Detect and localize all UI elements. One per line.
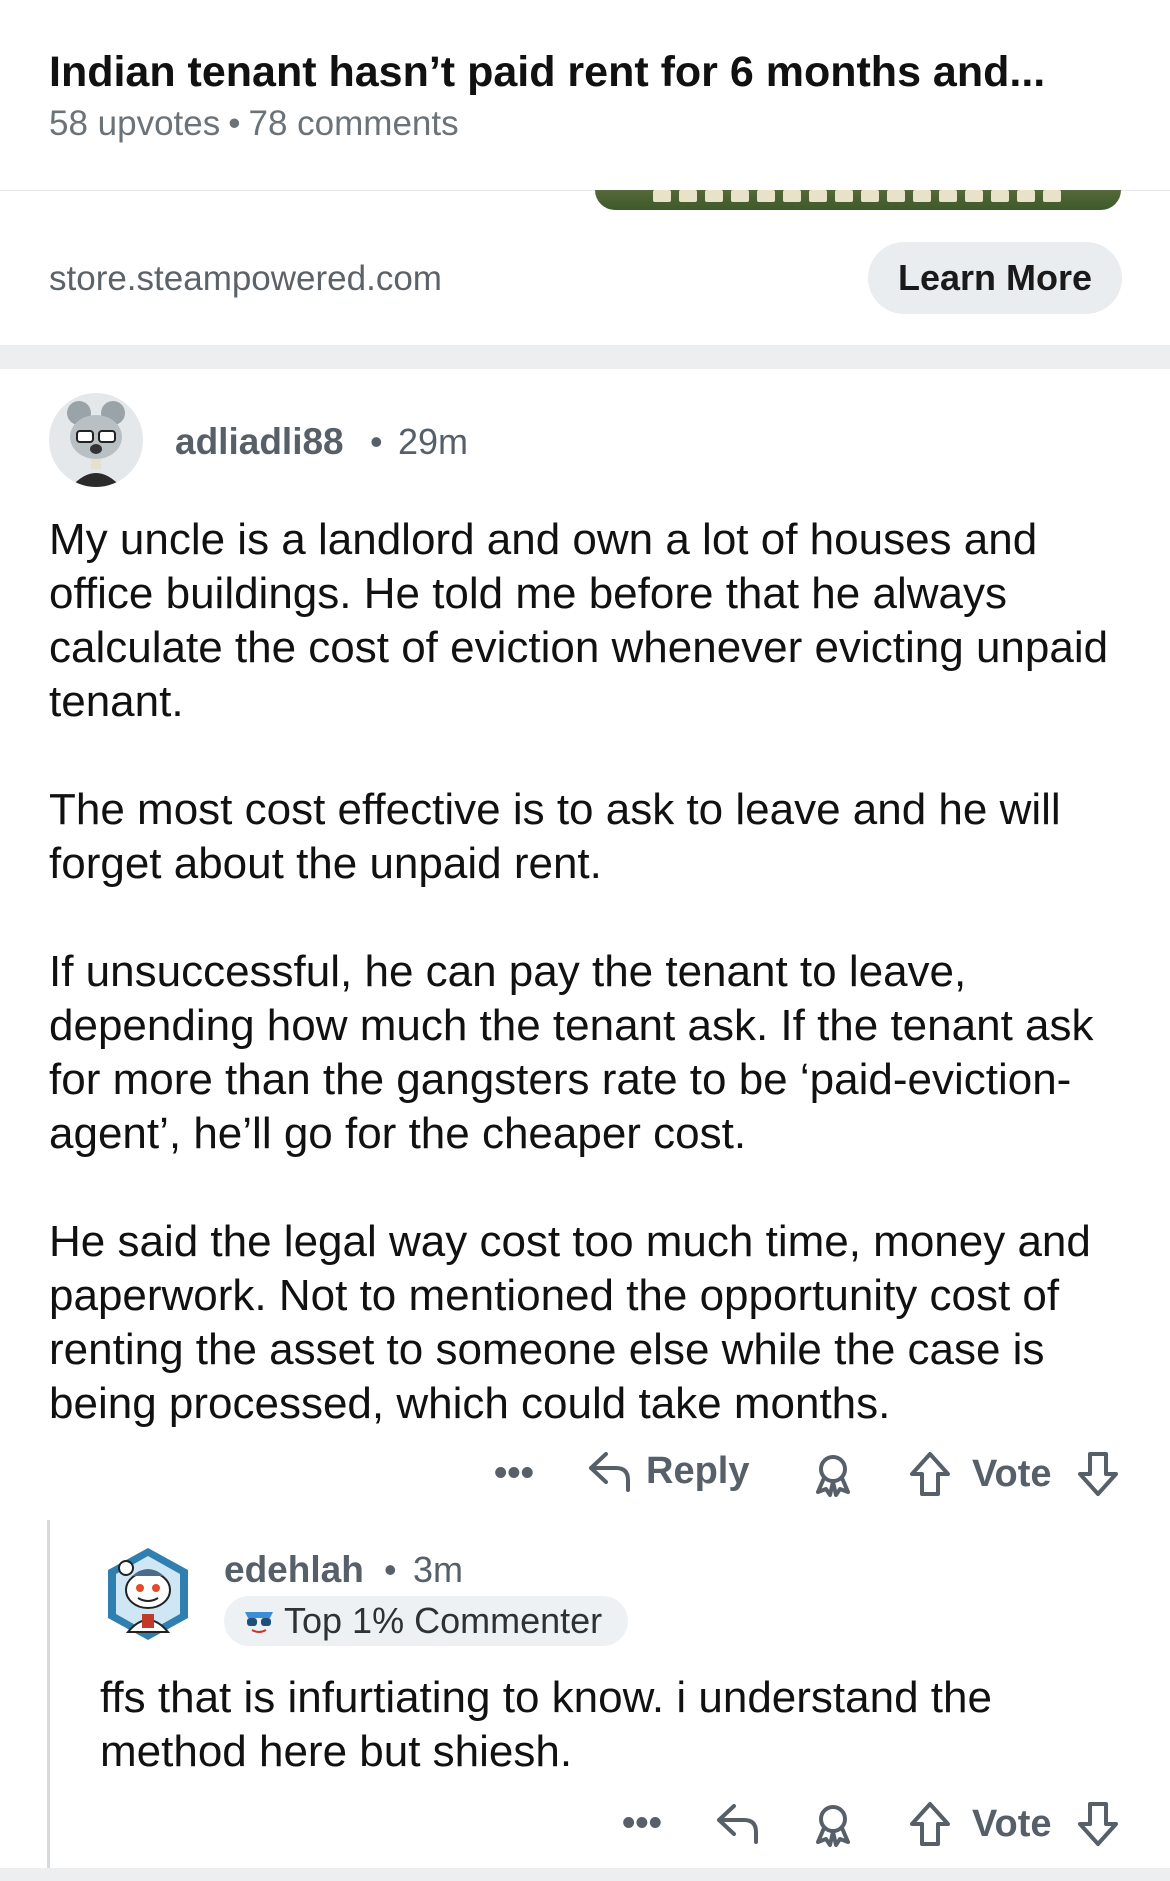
upvote-button[interactable]: Vote bbox=[906, 1800, 1052, 1848]
ad-domain[interactable]: store.steampowered.com bbox=[49, 259, 442, 299]
section-divider bbox=[0, 345, 1170, 369]
ad-image-tile bbox=[1017, 190, 1035, 202]
sunglasses-icon bbox=[245, 1612, 273, 1633]
user-flair: Top 1% Commenter bbox=[224, 1596, 629, 1646]
award-icon bbox=[816, 1455, 850, 1497]
comment-timestamp: 29m bbox=[398, 421, 469, 462]
ad-image-tile bbox=[731, 190, 749, 202]
ad-image-tile bbox=[1043, 190, 1061, 202]
ad-image-tile bbox=[913, 190, 931, 202]
ad-image-tile bbox=[653, 190, 671, 202]
koala-avatar-icon bbox=[67, 401, 125, 487]
more-options-button[interactable]: ••• bbox=[622, 1802, 662, 1845]
comment-body: ffs that is infurtiating to know. i unde… bbox=[100, 1671, 1124, 1779]
ad-image-tile bbox=[965, 190, 983, 202]
comment-paragraph: He said the legal way cost too much time… bbox=[49, 1217, 1091, 1428]
downvote-button[interactable] bbox=[1074, 1450, 1122, 1498]
upvote-count: 58 upvotes bbox=[49, 104, 221, 143]
post-meta: 58 upvotes • 78 comments bbox=[49, 104, 459, 144]
avatar[interactable] bbox=[49, 393, 143, 487]
ad-image-tile bbox=[783, 190, 801, 202]
comment-author[interactable]: adliadli88 bbox=[175, 421, 344, 463]
thread-line[interactable] bbox=[47, 1520, 50, 1881]
ad-image-tile bbox=[809, 190, 827, 202]
vote-label: Vote bbox=[972, 1452, 1052, 1495]
reply-label: Reply bbox=[646, 1449, 750, 1492]
upvote-arrow-icon bbox=[910, 1802, 950, 1846]
ad-image-tile bbox=[939, 190, 957, 202]
reply-arrow-icon bbox=[717, 1804, 758, 1844]
bottom-edge bbox=[0, 1868, 1170, 1881]
avatar[interactable] bbox=[104, 1546, 192, 1642]
vote-label: Vote bbox=[972, 1802, 1052, 1845]
ad-image-tile bbox=[991, 190, 1009, 202]
meta-separator: • bbox=[370, 421, 383, 462]
downvote-arrow-icon bbox=[1078, 1802, 1118, 1846]
comment-paragraph: ffs that is infurtiating to know. i unde… bbox=[100, 1673, 992, 1776]
ad-image-tile bbox=[861, 190, 879, 202]
comment-count: 78 comments bbox=[248, 104, 459, 143]
ad-image-tile bbox=[679, 190, 697, 202]
ad-image-tile bbox=[705, 190, 723, 202]
reddit-avatar-icon bbox=[108, 1548, 188, 1640]
post-title[interactable]: Indian tenant hasn’t paid rent for 6 mon… bbox=[49, 48, 1045, 97]
award-button[interactable] bbox=[810, 1452, 856, 1498]
ad-image-tile bbox=[757, 190, 775, 202]
learn-more-button[interactable]: Learn More bbox=[868, 242, 1122, 314]
more-icon: ••• bbox=[494, 1452, 534, 1494]
ad-image-tile bbox=[887, 190, 905, 202]
comment-paragraph: If unsuccessful, he can pay the tenant t… bbox=[49, 947, 1094, 1158]
meta-separator: • bbox=[384, 1549, 397, 1590]
reply-button[interactable] bbox=[714, 1800, 762, 1846]
post-header: Indian tenant hasn’t paid rent for 6 mon… bbox=[0, 0, 1170, 191]
upvote-arrow-icon bbox=[910, 1452, 950, 1496]
ad-image[interactable] bbox=[595, 190, 1121, 210]
reply-button[interactable]: Reply bbox=[586, 1448, 749, 1494]
more-options-button[interactable]: ••• bbox=[494, 1452, 534, 1495]
comment-body: My uncle is a landlord and own a lot of … bbox=[49, 513, 1124, 1431]
flair-label: Top 1% Commenter bbox=[284, 1600, 603, 1641]
more-icon: ••• bbox=[622, 1802, 662, 1844]
downvote-arrow-icon bbox=[1078, 1452, 1118, 1496]
reply-arrow-icon bbox=[589, 1452, 630, 1492]
downvote-button[interactable] bbox=[1074, 1800, 1122, 1848]
comment-paragraph: The most cost effective is to ask to lea… bbox=[49, 785, 1061, 888]
comment-author[interactable]: edehlah bbox=[224, 1549, 364, 1591]
award-icon bbox=[816, 1805, 850, 1847]
comment-paragraph: My uncle is a landlord and own a lot of … bbox=[49, 515, 1109, 726]
award-button[interactable] bbox=[810, 1802, 856, 1848]
comment-timestamp: 3m bbox=[413, 1549, 464, 1590]
meta-separator: • bbox=[228, 104, 241, 143]
ad-image-tile bbox=[835, 190, 853, 202]
upvote-button[interactable]: Vote bbox=[906, 1450, 1052, 1498]
